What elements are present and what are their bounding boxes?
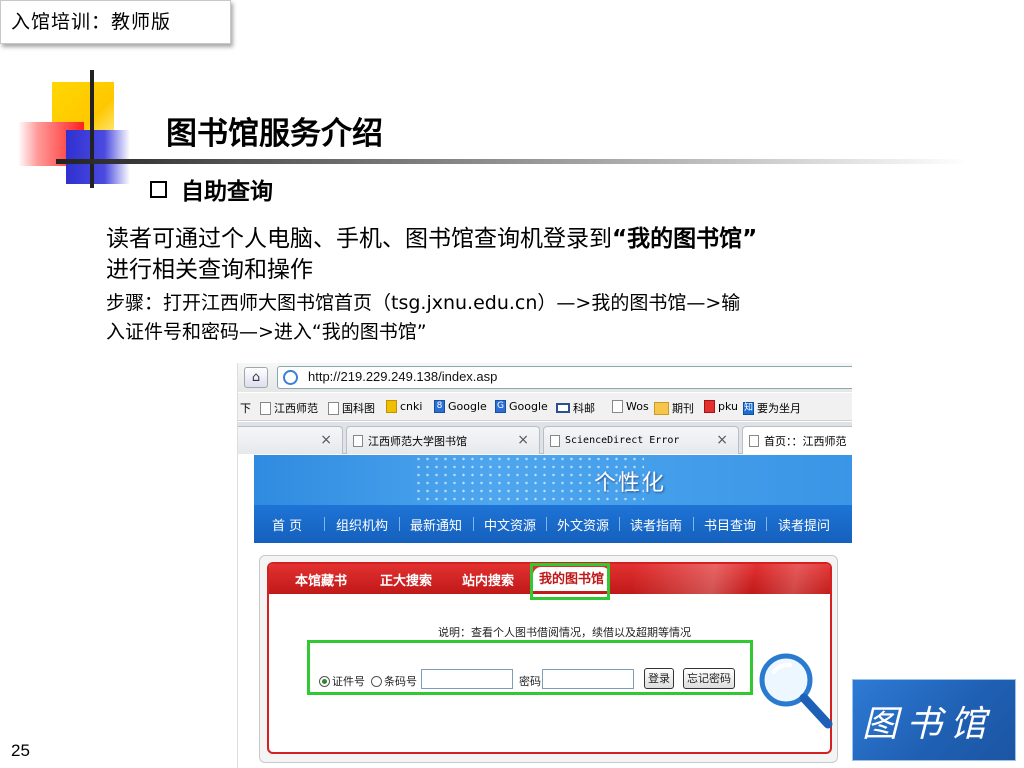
bookmark-label: 江西师范 [274, 402, 318, 415]
bookmark-item[interactable]: 知要为坐月 [743, 400, 801, 416]
google-icon: G [495, 400, 506, 413]
bookmark-label: Google [509, 400, 548, 413]
cnki-icon [386, 400, 397, 413]
bullet-text: 自助查询 [181, 179, 273, 205]
bookmark-label: 期刊 [672, 402, 694, 415]
nav-item[interactable]: 读者提问 [778, 515, 830, 534]
bookmarks-bar: 下 江西师范 国科图 cnki 8 Google G Google 科邮 Wos 期… [238, 393, 852, 421]
url-field[interactable]: http://219.229.249.138/index.asp [277, 366, 852, 389]
page-icon [328, 401, 339, 415]
bookmark-label: 下 [240, 402, 251, 415]
browser-tabs: × 江西师范大学图书馆 × ScienceDirect Error × 首页：：… [238, 422, 852, 454]
bookmark-label: Wos [626, 400, 649, 413]
browser-tab[interactable]: × [238, 426, 343, 454]
para1-text: 读者可通过个人电脑、手机、图书馆查询机登录到 [106, 226, 612, 252]
browser-screenshot: ⌂ http://219.229.249.138/index.asp 下 江西师… [237, 363, 852, 768]
slide-tag: 入馆培训：教师版 [0, 0, 231, 44]
library-logo-text: 图书馆 [862, 704, 995, 745]
bookmark-label: Google [448, 400, 487, 413]
site-nav: 首 页 组织机构 最新通知 中文资源 外文资源 读者指南 书目查询 读者提问 [254, 505, 852, 543]
page-icon [353, 434, 363, 447]
browser-tab[interactable]: ScienceDirect Error × [543, 426, 739, 454]
mail-icon [556, 403, 570, 413]
pku-icon [704, 400, 715, 413]
nav-item[interactable]: 读者指南 [630, 515, 682, 534]
highlight-box-form [307, 640, 753, 695]
bookmark-item[interactable]: G Google [495, 400, 548, 413]
nav-item[interactable]: 组织机构 [336, 515, 388, 534]
page-icon [550, 434, 560, 447]
browser-tab-active[interactable]: 首页：：江西师范 [742, 426, 852, 454]
site-icon [283, 370, 298, 385]
bookmark-item[interactable]: 期刊 [654, 400, 694, 416]
bookmark-label: 要为坐月 [757, 402, 801, 415]
bookmark-label: cnki [400, 400, 423, 413]
close-icon[interactable]: × [716, 432, 728, 448]
magnifier-icon [759, 653, 833, 729]
tab-site-search[interactable]: 站内搜索 [462, 570, 514, 589]
bullet-item: 自助查询 [150, 172, 273, 206]
nav-item[interactable]: 首 页 [272, 515, 302, 534]
bookmark-label: pku [718, 400, 738, 413]
browser-tab[interactable]: 江西师范大学图书馆 × [346, 426, 540, 454]
tab-label: 江西师范大学图书馆 [368, 434, 467, 448]
steps-line-2: 入证件号和密码—>进入“我的图书馆” [106, 321, 427, 343]
zhihu-icon: 知 [743, 401, 754, 415]
highlight-box-tab [530, 563, 610, 600]
library-logo: 图书馆 [852, 679, 1016, 761]
tab-collection[interactable]: 本馆藏书 [295, 570, 347, 589]
page-icon [260, 401, 271, 415]
close-icon[interactable]: × [517, 432, 529, 448]
bookmark-item[interactable]: pku [704, 400, 738, 413]
tab-zhengda-search[interactable]: 正大搜索 [380, 570, 432, 589]
close-icon[interactable]: × [320, 432, 332, 448]
bookmark-item[interactable]: 下 [240, 400, 251, 416]
paragraph-steps: 步骤：打开江西师大图书馆首页（tsg.jxnu.edu.cn）—>我的图书馆—>… [106, 289, 936, 347]
bookmark-item[interactable]: Wos [612, 400, 649, 413]
bookmark-item[interactable]: 8 Google [434, 400, 487, 413]
deco-blue-square [66, 130, 130, 184]
banner-slogan: 个性化 [594, 471, 667, 496]
nav-item[interactable]: 外文资源 [557, 515, 609, 534]
nav-item[interactable]: 中文资源 [484, 515, 536, 534]
page-icon [749, 434, 759, 447]
bookmark-label: 国科图 [342, 402, 375, 415]
address-bar: ⌂ http://219.229.249.138/index.asp [238, 363, 852, 392]
tab-label: ScienceDirect Error [565, 435, 680, 446]
bookmark-item[interactable]: 国科图 [328, 400, 375, 416]
nav-item[interactable]: 最新通知 [410, 515, 462, 534]
paragraph-intro: 读者可通过个人电脑、手机、图书馆查询机登录到“我的图书馆” 进行相关查询和操作 [106, 224, 936, 286]
bookmark-label: 科邮 [573, 402, 595, 415]
url-text: http://219.229.249.138/index.asp [308, 369, 498, 384]
deco-vertical-line [90, 70, 94, 188]
folder-icon [654, 401, 669, 415]
page-number: 25 [11, 741, 30, 760]
bookmark-item[interactable]: 江西师范 [260, 400, 318, 416]
para1-text-2: 进行相关查询和操作 [106, 257, 313, 283]
square-bullet-icon [150, 180, 167, 198]
site-banner: 个性化 [254, 455, 852, 505]
title-underline [56, 159, 968, 164]
para1-bold: “我的图书馆” [612, 226, 758, 252]
google-icon: 8 [434, 400, 445, 413]
slide-title: 图书馆服务介绍 [166, 116, 383, 152]
steps-line-1: 步骤：打开江西师大图书馆首页（tsg.jxnu.edu.cn）—>我的图书馆—>… [106, 292, 741, 314]
panel-note: 说明：查看个人图书借阅情况，续借以及超期等情况 [438, 626, 691, 639]
home-icon[interactable]: ⌂ [244, 367, 268, 388]
page-icon [612, 400, 623, 413]
bookmark-item[interactable]: 科邮 [556, 400, 595, 416]
bookmark-item[interactable]: cnki [386, 400, 422, 413]
tab-label: 首页：：江西师范 [764, 434, 847, 448]
nav-item[interactable]: 书目查询 [704, 515, 756, 534]
